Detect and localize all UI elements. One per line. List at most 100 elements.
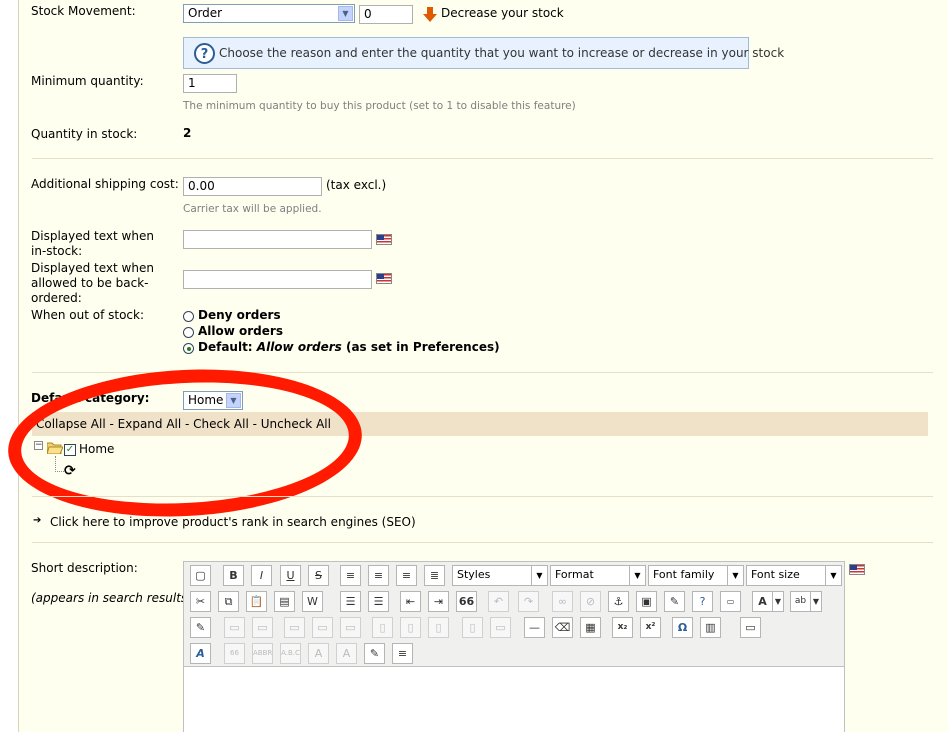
- text-color-chevron-icon[interactable]: ▼: [772, 591, 784, 612]
- paste-text-icon[interactable]: ▤: [274, 591, 295, 612]
- shipping-hint: Carrier tax will be applied.: [183, 203, 322, 215]
- help-icon[interactable]: ?: [692, 591, 713, 612]
- highlight-color-icon[interactable]: ab: [790, 591, 811, 612]
- insert-row-before-icon[interactable]: ▭: [284, 617, 305, 638]
- copy-icon[interactable]: ⧉: [218, 591, 239, 612]
- merge-cells-icon[interactable]: ▭: [490, 617, 511, 638]
- allow-orders-label: Allow orders: [198, 324, 283, 338]
- bullet-list-icon[interactable]: ☰: [340, 591, 361, 612]
- divider: [32, 542, 933, 543]
- insert-col-before-icon[interactable]: ▯: [372, 617, 393, 638]
- attributes-icon[interactable]: ✎: [364, 643, 385, 664]
- home-category-checkbox[interactable]: ✓: [64, 444, 76, 456]
- numbered-list-icon[interactable]: ☰: [368, 591, 389, 612]
- visual-chars-icon[interactable]: ≡: [392, 643, 413, 664]
- fullscreen-icon[interactable]: ▭: [740, 617, 761, 638]
- italic-button[interactable]: I: [251, 565, 272, 586]
- media-icon[interactable]: ▥: [700, 617, 721, 638]
- abbreviation-icon[interactable]: ABBR: [252, 643, 273, 664]
- chevron-down-icon: ▼: [226, 393, 241, 408]
- highlight-chevron-icon[interactable]: ▼: [810, 591, 822, 612]
- editor-toolbar: ▢ B I U S ≡ ≡ ≡ ≣ Styles ▼ Format ▼ Font f…: [184, 562, 844, 666]
- tree-actions[interactable]: Collapse All - Expand All - Check All - …: [36, 417, 331, 431]
- cleanup-icon[interactable]: ✎: [664, 591, 685, 612]
- remove-format-icon[interactable]: ⌫: [552, 617, 573, 638]
- font-size-dropdown[interactable]: Font size ▼: [746, 565, 842, 586]
- text-in-stock-input[interactable]: [183, 230, 372, 249]
- styles-dropdown[interactable]: Styles ▼: [452, 565, 548, 586]
- table-cell-props-icon[interactable]: ▭: [252, 617, 273, 638]
- underline-button[interactable]: U: [280, 565, 301, 586]
- delete-row-icon[interactable]: ▭: [340, 617, 361, 638]
- editor-content-area[interactable]: [184, 666, 844, 733]
- font-family-label: Font family: [653, 568, 715, 581]
- allow-orders-radio[interactable]: [183, 327, 194, 338]
- divider: [32, 158, 933, 159]
- flag-us-icon[interactable]: [849, 564, 865, 575]
- blockquote-button[interactable]: 66: [456, 591, 477, 612]
- html-source-icon[interactable]: ▭: [720, 591, 741, 612]
- align-left-icon[interactable]: ≡: [340, 565, 361, 586]
- align-center-icon[interactable]: ≡: [368, 565, 389, 586]
- special-char-button[interactable]: Ω: [672, 617, 693, 638]
- out-of-stock-label: When out of stock:: [31, 308, 145, 322]
- bold-button[interactable]: B: [223, 565, 244, 586]
- text-color-icon[interactable]: A: [752, 591, 773, 612]
- undo-icon[interactable]: ↶: [488, 591, 509, 612]
- default-value: Allow orders: [256, 340, 342, 354]
- stock-movement-label: Stock Movement:: [31, 4, 136, 18]
- superscript-button[interactable]: x²: [640, 617, 661, 638]
- insertion-icon[interactable]: A: [336, 643, 357, 664]
- image-icon[interactable]: ▣: [636, 591, 657, 612]
- edit-css-icon[interactable]: ✎: [190, 617, 211, 638]
- new-document-icon[interactable]: ▢: [190, 565, 211, 586]
- flag-us-icon[interactable]: [376, 234, 392, 245]
- horizontal-rule-icon[interactable]: —: [524, 617, 545, 638]
- indent-icon[interactable]: ⇥: [428, 591, 449, 612]
- align-justify-icon[interactable]: ≣: [424, 565, 445, 586]
- outdent-icon[interactable]: ⇤: [400, 591, 421, 612]
- acronym-icon[interactable]: A.B.C: [280, 643, 301, 664]
- min-qty-hint: The minimum quantity to buy this product…: [183, 100, 576, 112]
- anchor-icon[interactable]: ⚓: [608, 591, 629, 612]
- flag-us-icon[interactable]: [376, 273, 392, 284]
- table-row-props-icon[interactable]: ▭: [224, 617, 245, 638]
- cut-icon[interactable]: ✂: [190, 591, 211, 612]
- default-prefix: Default:: [198, 340, 253, 354]
- font-family-dropdown[interactable]: Font family ▼: [648, 565, 744, 586]
- short-description-note: (appears in search results): [31, 591, 192, 605]
- split-cells-icon[interactable]: ▯: [462, 617, 483, 638]
- insert-col-after-icon[interactable]: ▯: [400, 617, 421, 638]
- text-backorder-input[interactable]: [183, 270, 372, 289]
- deny-orders-radio[interactable]: [183, 311, 194, 322]
- tree-collapse-toggle[interactable]: −: [34, 441, 43, 450]
- paste-word-icon[interactable]: W: [302, 591, 323, 612]
- link-icon[interactable]: ∞: [552, 591, 573, 612]
- paste-icon[interactable]: 📋: [246, 591, 267, 612]
- default-orders-radio[interactable]: [183, 343, 194, 354]
- format-dropdown[interactable]: Format ▼: [550, 565, 646, 586]
- stock-quantity-input[interactable]: 0: [359, 5, 413, 24]
- tree-item-home[interactable]: Home: [79, 442, 114, 456]
- short-description-label: Short description:: [31, 561, 138, 575]
- strikethrough-button[interactable]: S: [308, 565, 329, 586]
- qty-in-stock-value: 2: [183, 126, 192, 140]
- min-qty-input[interactable]: 1: [183, 74, 237, 93]
- shipping-input[interactable]: 0.00: [183, 177, 322, 196]
- cite-icon[interactable]: 66: [224, 643, 245, 664]
- stock-info-box: ? Choose the reason and enter the quanti…: [183, 37, 784, 69]
- delete-col-icon[interactable]: ▯: [428, 617, 449, 638]
- seo-link[interactable]: Click here to improve product's rank in …: [50, 515, 416, 529]
- insert-table-icon[interactable]: ▦: [580, 617, 601, 638]
- insert-row-after-icon[interactable]: ▭: [312, 617, 333, 638]
- unlink-icon[interactable]: ⊘: [580, 591, 601, 612]
- deletion-icon[interactable]: A: [308, 643, 329, 664]
- align-right-icon[interactable]: ≡: [396, 565, 417, 586]
- styles-props-icon[interactable]: A: [190, 643, 211, 664]
- shipping-suffix: (tax excl.): [326, 178, 387, 192]
- default-category-select[interactable]: Home ▼: [183, 391, 243, 410]
- stock-reason-select[interactable]: Order ▼: [183, 4, 355, 23]
- redo-icon[interactable]: ↷: [518, 591, 539, 612]
- subscript-button[interactable]: x₂: [612, 617, 633, 638]
- chevron-down-icon: ▼: [338, 6, 353, 21]
